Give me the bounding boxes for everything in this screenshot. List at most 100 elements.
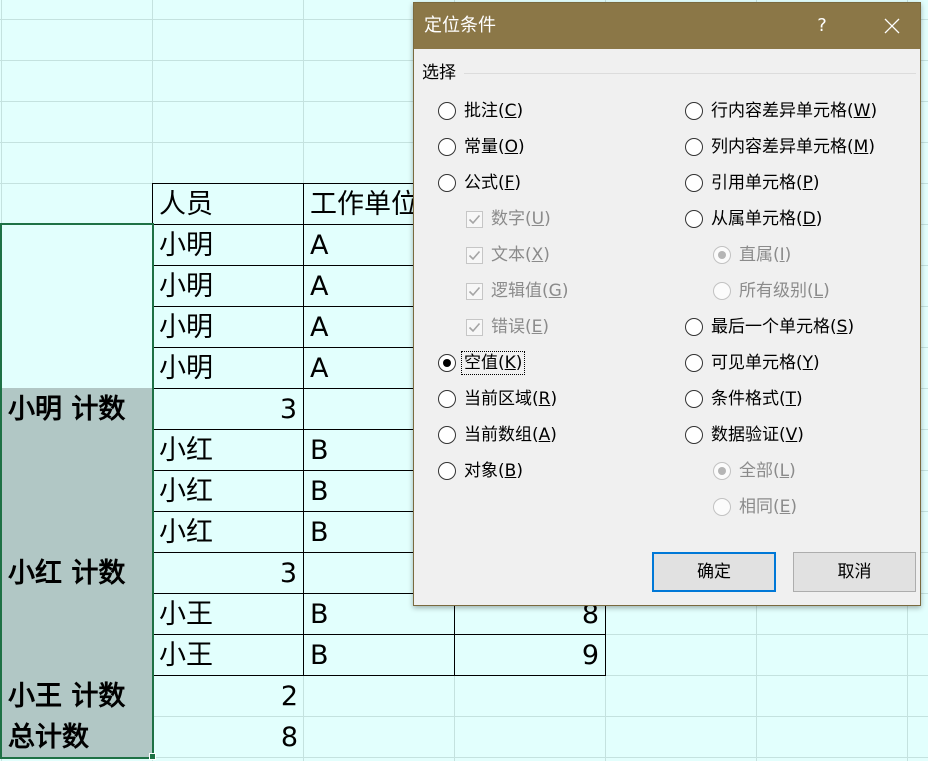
row-differences-radio[interactable]: 行内容差异单元格(W) (685, 98, 878, 124)
cancel-button[interactable]: 取消 (793, 552, 916, 592)
visible-cells-only-radio[interactable]: 可见单元格(Y) (685, 350, 821, 376)
blanks-radio[interactable]: 空值(K) (438, 350, 526, 376)
sheet-cell[interactable]: 小明 (152, 224, 304, 266)
errors-label: 错误(E) (491, 317, 550, 337)
comments-label[interactable]: 批注(C) (463, 99, 524, 123)
validation-same-radio: 相同(E) (713, 494, 798, 520)
checkmark-icon (468, 214, 481, 224)
radio-button[interactable] (438, 138, 456, 156)
all-levels-radio: 所有级别(L) (713, 278, 831, 304)
validation-all-radio: 全部(L) (713, 458, 797, 484)
constants-label[interactable]: 常量(O) (463, 135, 526, 159)
last-cell-label[interactable]: 最后一个单元格(S) (710, 315, 855, 339)
sheet-cell[interactable]: 小王 (152, 634, 304, 676)
sheet-cell[interactable]: 2 (152, 675, 304, 717)
visible-cells-only-label[interactable]: 可见单元格(Y) (710, 351, 821, 375)
sheet-cell[interactable] (303, 675, 455, 717)
subtotal-label-cell[interactable]: 小王 计数 (0, 675, 152, 716)
conditional-formats-radio[interactable]: 条件格式(T) (685, 386, 804, 412)
direct-only-label: 直属(I) (739, 245, 792, 265)
sheet-cell[interactable]: 小明 (152, 347, 304, 389)
radio-button[interactable] (438, 102, 456, 120)
radio-button[interactable] (685, 426, 703, 444)
direct-only-radio: 直属(I) (713, 242, 792, 268)
radio-button[interactable] (685, 354, 703, 372)
current-region-radio[interactable]: 当前区域(R) (438, 386, 558, 412)
objects-label[interactable]: 对象(B) (463, 459, 524, 483)
data-validation-radio[interactable]: 数据验证(V) (685, 422, 805, 448)
dependents-radio[interactable]: 从属单元格(D) (685, 206, 823, 232)
current-array-label[interactable]: 当前数组(A) (463, 423, 558, 447)
sheet-cell[interactable]: 小王 (152, 593, 304, 635)
current-array-radio[interactable]: 当前数组(A) (438, 422, 558, 448)
subtotal-label-cell[interactable]: 小明 计数 (0, 388, 152, 429)
radio-button[interactable] (438, 426, 456, 444)
objects-radio[interactable]: 对象(B) (438, 458, 524, 484)
checkbox-box (466, 318, 483, 336)
sheet-cell[interactable]: 小红 (152, 429, 304, 471)
conditional-formats-label[interactable]: 条件格式(T) (710, 387, 804, 411)
comments-radio[interactable]: 批注(C) (438, 98, 524, 124)
current-region-label[interactable]: 当前区域(R) (463, 387, 558, 411)
data-validation-label[interactable]: 数据验证(V) (710, 423, 805, 447)
active-merged-cell[interactable] (0, 224, 152, 388)
subtotal-label-cell[interactable]: 小红 计数 (0, 552, 152, 593)
sheet-cell[interactable] (454, 716, 606, 758)
formulas-label[interactable]: 公式(F) (463, 171, 522, 195)
radio-button[interactable] (438, 174, 456, 192)
sheet-cell[interactable]: 3 (152, 552, 304, 594)
sheet-cell[interactable]: 8 (152, 716, 304, 758)
sheet-cell[interactable] (454, 675, 606, 717)
merged-cell[interactable] (0, 593, 152, 675)
sheet-cell[interactable]: B (303, 634, 455, 676)
formulas-radio[interactable]: 公式(F) (438, 170, 522, 196)
radio-button[interactable] (685, 390, 703, 408)
column-header-cell[interactable]: 人员 (152, 183, 304, 225)
column-differences-label[interactable]: 列内容差异单元格(M) (710, 135, 876, 159)
sheet-cell[interactable] (303, 716, 455, 758)
checkmark-icon (468, 322, 481, 332)
sheet-cell[interactable]: 小明 (152, 306, 304, 348)
dialog-title: 定位条件 (424, 15, 496, 36)
sheet-cell[interactable]: 9 (454, 634, 606, 676)
logicals-label: 逻辑值(G) (491, 281, 569, 301)
radio-button[interactable] (438, 354, 456, 372)
logicals-checkbox: 逻辑值(G) (466, 278, 569, 304)
radio-button[interactable] (685, 138, 703, 156)
close-button[interactable] (869, 3, 915, 49)
ok-button[interactable]: 确定 (652, 552, 776, 592)
sheet-cell[interactable]: 小明 (152, 265, 304, 307)
sheet-cell[interactable]: 小红 (152, 470, 304, 512)
all-levels-label: 所有级别(L) (739, 281, 830, 301)
radio-button[interactable] (438, 390, 456, 408)
fill-handle[interactable] (149, 753, 156, 760)
constants-radio[interactable]: 常量(O) (438, 134, 526, 160)
validation-same-label: 相同(E) (739, 497, 798, 517)
dependents-label[interactable]: 从属单元格(D) (710, 207, 823, 231)
radio-button[interactable] (685, 210, 703, 228)
radio-button (713, 282, 731, 300)
radio-button[interactable] (685, 102, 703, 120)
precedents-label[interactable]: 引用单元格(P) (710, 171, 821, 195)
merged-cell[interactable] (0, 429, 152, 552)
blanks-label[interactable]: 空值(K) (461, 351, 526, 375)
go-to-special-dialog: 定位条件 ? 选择 批注(C) 常量(O) 公式(F) 数字(U) 文本(X) 逻辑值(G… (413, 2, 921, 606)
sheet-cell[interactable]: 小红 (152, 511, 304, 553)
radio-button[interactable] (438, 462, 456, 480)
subtotal-label-cell[interactable]: 总计数 (0, 716, 152, 757)
checkbox-box (466, 210, 483, 228)
row-differences-label[interactable]: 行内容差异单元格(W) (710, 99, 878, 123)
checkmark-icon (468, 286, 481, 296)
radio-button[interactable] (685, 174, 703, 192)
close-icon (884, 18, 900, 34)
dialog-title-bar[interactable]: 定位条件 ? (414, 3, 920, 49)
radio-button (713, 498, 731, 516)
text-label: 文本(X) (491, 245, 550, 265)
help-button[interactable]: ? (799, 3, 845, 49)
sheet-cell[interactable]: 3 (152, 388, 304, 430)
column-differences-radio[interactable]: 列内容差异单元格(M) (685, 134, 876, 160)
last-cell-radio[interactable]: 最后一个单元格(S) (685, 314, 855, 340)
checkbox-box (466, 282, 483, 300)
radio-button[interactable] (685, 318, 703, 336)
precedents-radio[interactable]: 引用单元格(P) (685, 170, 821, 196)
